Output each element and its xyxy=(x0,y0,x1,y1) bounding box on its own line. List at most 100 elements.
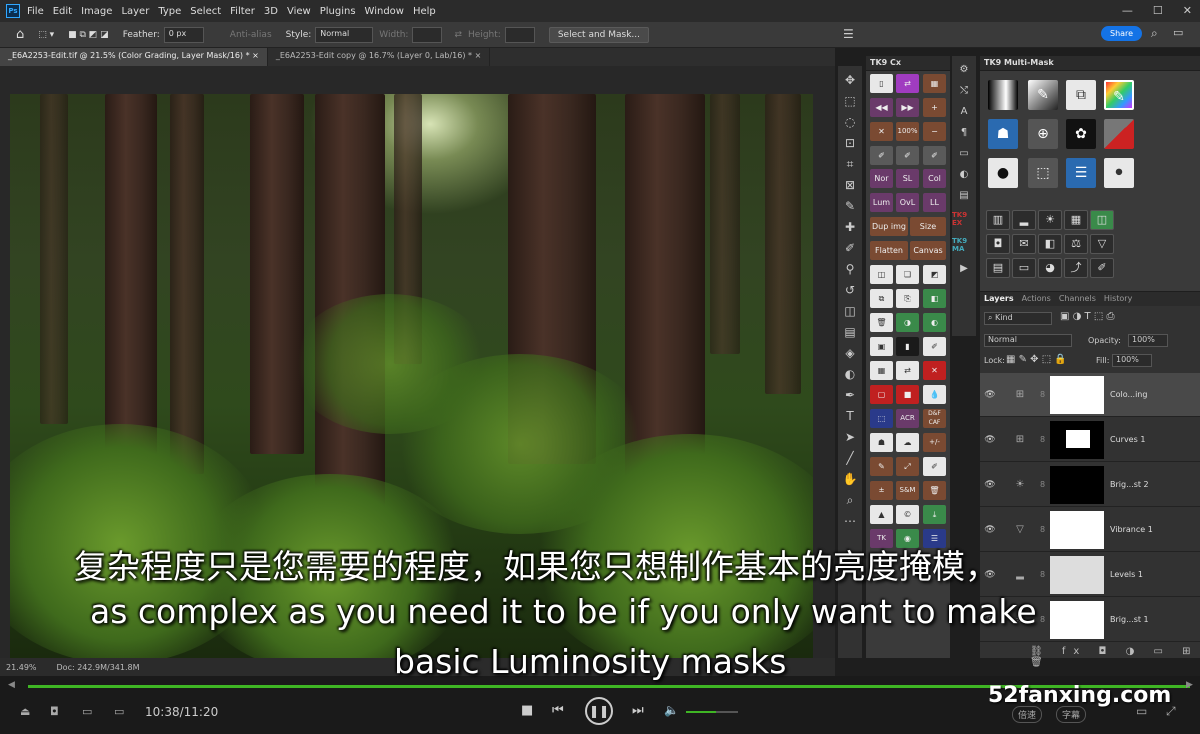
menu-3d[interactable]: 3D xyxy=(264,6,278,17)
visibility-eye-icon[interactable]: 👁 xyxy=(980,390,1000,400)
eject-icon[interactable]: ⏏ xyxy=(20,705,30,718)
levels-icon[interactable]: ▂ xyxy=(1012,210,1036,230)
copy-mask-icon[interactable]: ⧉ xyxy=(1066,80,1096,110)
envelope-icon[interactable]: ✉ xyxy=(1012,234,1036,254)
forward-button[interactable]: ▶▶ xyxy=(896,98,919,117)
split-mask-icon[interactable] xyxy=(1104,119,1134,149)
properties-icon[interactable]: ◐ xyxy=(960,169,969,180)
quick-select-icon[interactable]: ⊡ xyxy=(842,135,858,151)
history-brush-icon[interactable]: ↺ xyxy=(842,282,858,298)
layer-name[interactable]: Levels 1 xyxy=(1110,570,1143,579)
arrange-icon[interactable]: ☰ xyxy=(843,27,854,41)
download-icon[interactable]: ⤓ xyxy=(923,505,946,524)
blur-tool-icon[interactable]: ◈ xyxy=(842,345,858,361)
red-square-outline-icon[interactable]: ▢ xyxy=(870,385,893,404)
layer-footer-icons[interactable]: ⛓ fx ◘ ◑ ▭ ⊞ 🗑 xyxy=(1030,646,1200,668)
arrows-icon[interactable]: ⇄ xyxy=(896,361,919,380)
gradient-tool-icon[interactable]: ▤ xyxy=(842,324,858,340)
swap-icon[interactable]: ⇄ xyxy=(454,30,462,40)
hand-tool-icon[interactable]: ✋ xyxy=(842,471,858,487)
menu-file[interactable]: File xyxy=(27,6,44,17)
edit-mask-icon[interactable]: ✐ xyxy=(1090,258,1114,278)
brush-white-icon[interactable]: ✐ xyxy=(896,146,919,165)
half-square-icon[interactable]: ◧ xyxy=(1038,234,1062,254)
new-doc-icon[interactable]: ▯ xyxy=(870,74,893,93)
monitor-icon[interactable]: ▭ xyxy=(1012,258,1036,278)
drop-icon[interactable]: 💧 xyxy=(923,385,946,404)
link-icon[interactable]: 8 xyxy=(1040,570,1050,579)
histogram-icon[interactable]: ▥ xyxy=(986,210,1010,230)
grid-icon[interactable]: ▦ xyxy=(1064,210,1088,230)
expand-icon[interactable]: ⤢ xyxy=(896,457,919,476)
info-icon[interactable]: ▤ xyxy=(959,190,968,201)
rewind-button[interactable]: ◀◀ xyxy=(870,98,893,117)
plus-minus-button[interactable]: +/- xyxy=(923,433,946,452)
layer-name[interactable]: Brig...st 2 xyxy=(1110,480,1149,489)
close-tab-icon[interactable]: × xyxy=(475,51,482,60)
mask-copy-icon[interactable]: ◫ xyxy=(1090,210,1114,230)
layer-mask-thumb[interactable] xyxy=(1050,555,1104,594)
crop-tool-icon[interactable]: ⌗ xyxy=(842,156,858,172)
triangle-icon[interactable]: ▲ xyxy=(870,505,893,524)
tab-history[interactable]: History xyxy=(1104,294,1132,304)
menu-edit[interactable]: Edit xyxy=(53,6,72,17)
antialias-checkbox[interactable]: Anti-alias xyxy=(230,30,272,40)
layer-mask-thumb[interactable] xyxy=(1050,375,1104,414)
red-square-icon[interactable]: ■ xyxy=(896,385,919,404)
tab-layers[interactable]: Layers xyxy=(984,294,1014,304)
blend-ovl-button[interactable]: OvL xyxy=(896,193,919,212)
pause-button[interactable]: ❚❚ xyxy=(585,697,613,725)
height-input[interactable] xyxy=(504,26,535,43)
edit-icon[interactable]: ✐ xyxy=(923,457,946,476)
calc-icon[interactable]: ▦ xyxy=(870,361,893,380)
brush-black-icon[interactable]: ✐ xyxy=(870,146,893,165)
paragraph-icon[interactable]: ¶ xyxy=(961,127,967,138)
luminosity-circle-icon[interactable]: ● xyxy=(988,158,1018,188)
menu-layer[interactable]: Layer xyxy=(121,6,149,17)
eraser-icon[interactable]: ◫ xyxy=(842,303,858,319)
marquee-tool-icon[interactable]: ⬚ ▾ xyxy=(38,30,54,40)
swap-icon[interactable]: ⇄ xyxy=(896,74,919,93)
copyright-icon[interactable]: © xyxy=(896,505,919,524)
layer-row[interactable]: 👁 ⊞ 8 Colo...ing xyxy=(980,373,1200,417)
trash-icon[interactable]: 🗑 xyxy=(923,481,946,500)
menu-filter[interactable]: Filter xyxy=(230,6,255,17)
tab-edit-copy[interactable]: _E6A2253-Edit copy @ 16.7% (Layer 0, Lab… xyxy=(267,48,491,66)
canvas-button[interactable]: Canvas xyxy=(910,241,946,260)
glyph-icon[interactable]: ▭ xyxy=(959,148,968,159)
plus-button[interactable]: + xyxy=(923,98,946,117)
frame-tool-icon[interactable]: ⊠ xyxy=(842,177,858,193)
zoom-100-button[interactable]: 100% xyxy=(896,122,919,141)
person-icon[interactable]: ☗ xyxy=(870,433,893,452)
dup-img-button[interactable]: Dup img xyxy=(870,217,908,236)
blend-sl-button[interactable]: SL xyxy=(896,169,919,188)
copy-icon[interactable]: ⎘ xyxy=(896,289,919,308)
volume-icon[interactable]: 🔈 xyxy=(664,703,679,717)
menu-type[interactable]: Type xyxy=(158,6,181,17)
sun-icon[interactable]: ☀ xyxy=(1038,210,1062,230)
layer-name[interactable]: Vibrance 1 xyxy=(1110,525,1153,534)
stamp-tool-icon[interactable]: ⚲ xyxy=(842,261,858,277)
visibility-eye-icon[interactable]: 👁 xyxy=(980,435,1000,445)
subtitle-icon[interactable]: ▭ xyxy=(114,705,124,718)
layer-row[interactable]: 👁 ▽ 8 Vibrance 1 xyxy=(980,508,1200,552)
stop-button[interactable]: ■ xyxy=(521,703,533,718)
speed-button[interactable]: 倍速 xyxy=(1012,706,1043,723)
menu-view[interactable]: View xyxy=(287,6,311,17)
layer-mask-thumb[interactable] xyxy=(1050,510,1104,549)
link-icon[interactable]: 8 xyxy=(1040,480,1050,489)
tab-edit-tif[interactable]: _E6A2253-Edit.tif @ 21.5% (Color Grading… xyxy=(0,48,268,66)
visibility-eye-icon[interactable]: 👁 xyxy=(980,480,1000,490)
layer-icon[interactable]: ◫ xyxy=(870,265,893,284)
collapse-left-icon[interactable]: ◀ xyxy=(8,680,15,690)
layer-row[interactable]: 👁 ⊞ 8 Curves 1 xyxy=(980,418,1200,462)
link-icon[interactable]: 8 xyxy=(1040,435,1050,444)
layer-row[interactable]: 👁 ▂ 8 Levels 1 xyxy=(980,553,1200,597)
info-icon[interactable]: ◘ xyxy=(50,705,59,718)
selection-mode-icons[interactable]: ■ ⧉ ◩ ◪ xyxy=(68,30,109,40)
menu-help[interactable]: Help xyxy=(413,6,436,17)
visibility-eye-icon[interactable]: 👁 xyxy=(980,525,1000,535)
gradient-icon[interactable]: ▤ xyxy=(986,258,1010,278)
blend-nor-button[interactable]: Nor xyxy=(870,169,893,188)
luminosity-mask-icon[interactable] xyxy=(988,80,1018,110)
